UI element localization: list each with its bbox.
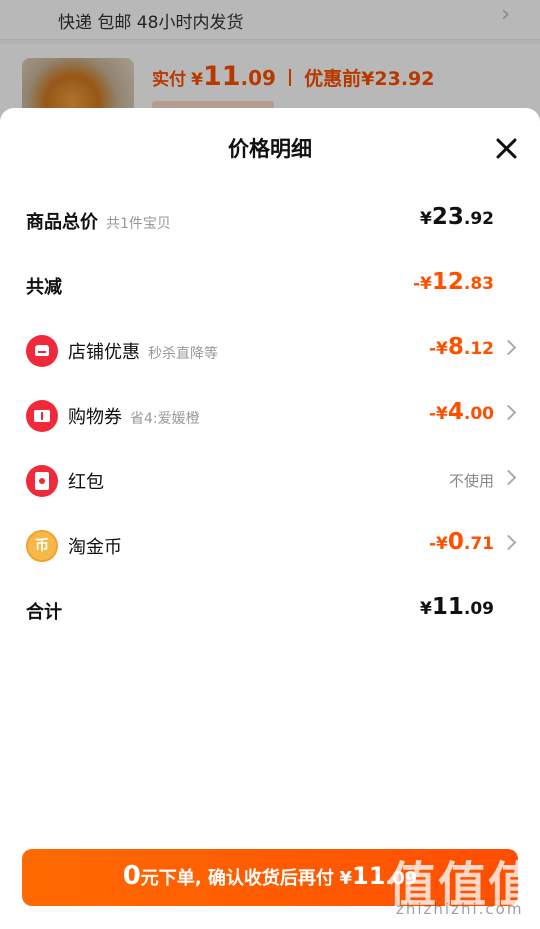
amount-dec: .92 (463, 209, 494, 229)
row-tao-coin[interactable]: 币 淘金币 -¥0.71 (0, 523, 540, 567)
sum-label: 合计 (26, 602, 62, 623)
tao-coin-label: 淘金币 (68, 537, 122, 558)
coupon-amount: -¥4.00 (429, 399, 494, 425)
chevron-right-icon (500, 404, 517, 421)
amount-int: 0 (447, 529, 464, 555)
price-detail-sheet: 价格明细 商品总价 共1件宝贝 ¥23.92 共减 -¥12.83 店铺优惠 秒杀直… (0, 108, 540, 929)
chevron-right-icon (500, 469, 517, 486)
shop-discount-sub: 秒杀直降等 (148, 346, 218, 362)
amount-int: 8 (447, 334, 464, 360)
ticket-icon (26, 400, 58, 432)
amount-dec: .00 (463, 404, 494, 424)
chevron-right-icon (500, 534, 517, 551)
amount-int: 11 (431, 594, 464, 620)
coin-glyph: 币 (35, 538, 49, 554)
amount-int: 12 (431, 269, 464, 295)
currency: -¥ (428, 404, 448, 424)
total-price-label: 商品总价 (26, 212, 98, 233)
total-price-amount: ¥23.92 (420, 204, 494, 230)
red-envelope-status: 不使用 (448, 472, 494, 490)
reduced-amount: -¥12.83 (413, 269, 494, 295)
sum-amount: ¥11.09 (420, 594, 494, 620)
order-zero: 0 (122, 861, 141, 891)
amount-dec: .09 (463, 599, 494, 619)
reduced-label: 共减 (26, 277, 62, 298)
shop-discount-amount: -¥8.12 (429, 334, 494, 360)
watermark-url: zhizhizhi.com (396, 900, 524, 918)
order-currency: ¥ (339, 868, 352, 889)
order-amount-int: 11 (352, 862, 386, 890)
shop-discount-label: 店铺优惠 (68, 342, 140, 363)
currency: -¥ (412, 274, 432, 294)
row-red-envelope[interactable]: 红包 不使用 (0, 458, 540, 502)
currency: -¥ (428, 339, 448, 359)
row-shop-discount[interactable]: 店铺优惠 秒杀直降等 -¥8.12 (0, 328, 540, 372)
amount-dec: .83 (463, 274, 494, 294)
order-text: 元下单, 确认收货后再付 (140, 868, 334, 889)
tao-coin-amount: -¥0.71 (429, 529, 494, 555)
row-total-reduced: 共减 -¥12.83 (0, 263, 540, 307)
red-envelope-label: 红包 (68, 472, 104, 493)
currency: ¥ (420, 209, 432, 229)
coupon-label: 购物券 (68, 407, 122, 428)
row-total-price: 商品总价 共1件宝贝 ¥23.92 (0, 198, 540, 242)
currency: -¥ (428, 534, 448, 554)
amount-int: 23 (431, 204, 464, 230)
row-coupon[interactable]: 购物券 省4:爱媛橙 -¥4.00 (0, 393, 540, 437)
total-count: 共1件宝贝 (106, 216, 171, 232)
coupon-sub: 省4:爱媛橙 (130, 411, 200, 427)
close-icon[interactable] (494, 136, 518, 160)
amount-dec: .71 (463, 534, 494, 554)
coin-icon: 币 (26, 530, 58, 562)
row-sum: 合计 ¥11.09 (0, 588, 540, 632)
currency: ¥ (420, 599, 432, 619)
red-envelope-icon (26, 465, 58, 497)
amount-dec: .12 (463, 339, 494, 359)
amount-int: 4 (447, 399, 464, 425)
sheet-title: 价格明细 (228, 137, 312, 161)
shop-icon (26, 335, 58, 367)
chevron-right-icon (500, 339, 517, 356)
